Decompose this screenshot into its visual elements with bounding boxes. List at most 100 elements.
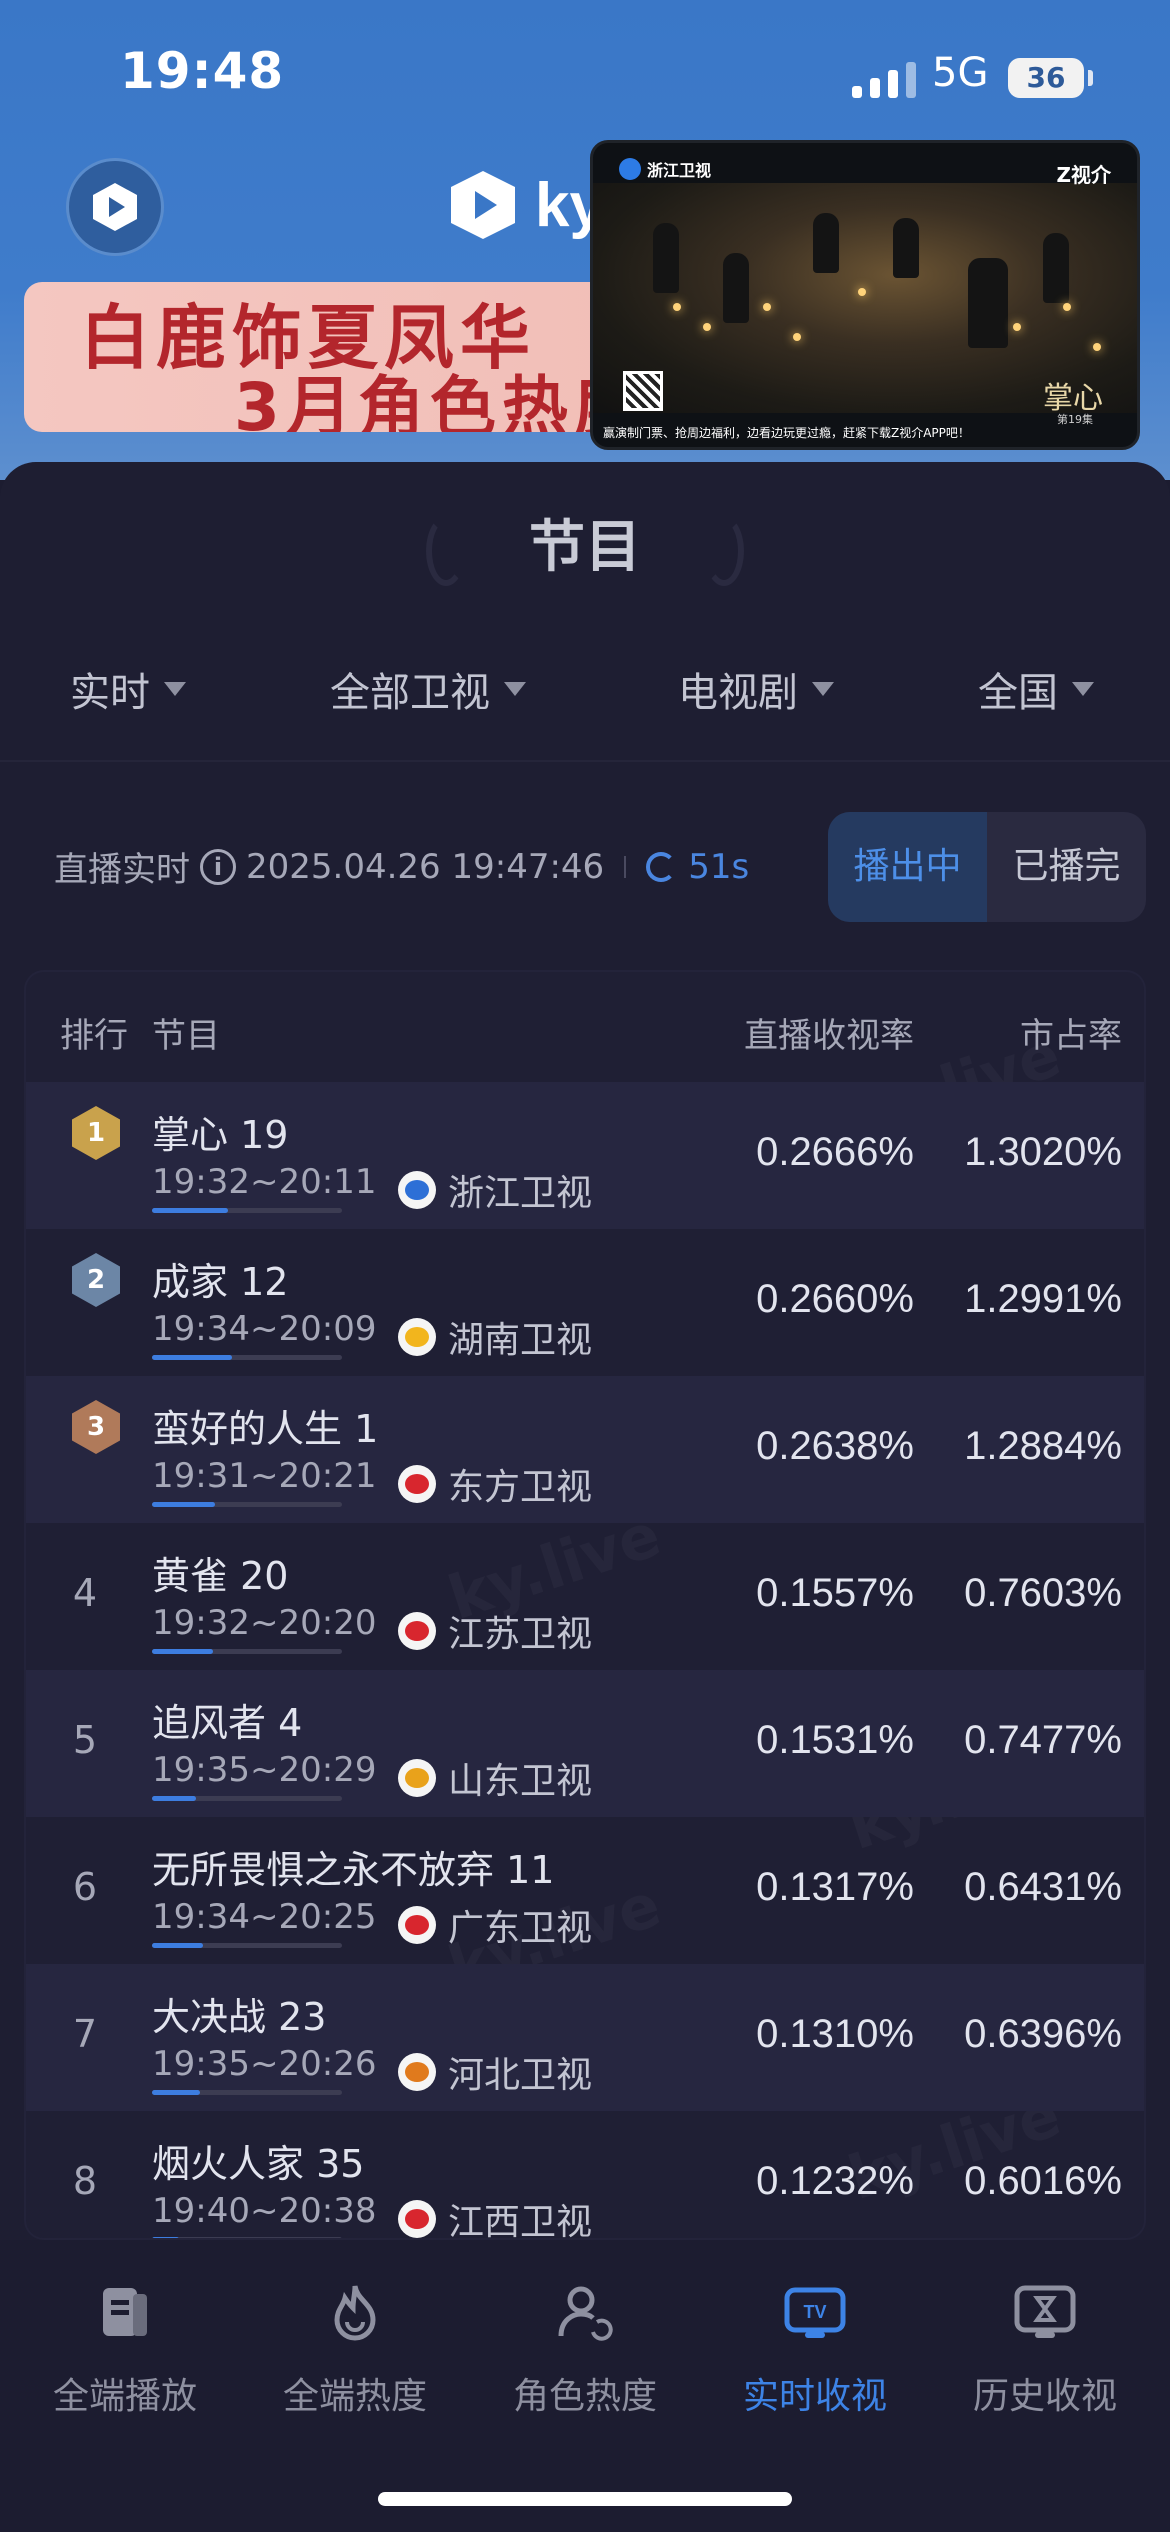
channel-logo-icon: [398, 2200, 436, 2238]
section-title: 节目: [529, 515, 641, 580]
rank-medal-icon: 3: [72, 1400, 120, 1454]
rank-number: 8: [72, 2159, 98, 2203]
market-share: 0.6431%: [964, 1865, 1122, 1909]
ratings-table: ky.live ky.live ky.live ky.live ky.live …: [24, 970, 1146, 2240]
table-row[interactable]: 3 蛮好的人生 1 19:31~20:21 东方卫视 0.2638% 1.2884%: [26, 1376, 1144, 1523]
channel: 江西卫视: [398, 2193, 593, 2240]
rank-number: 7: [72, 2012, 98, 2056]
toggle-airing[interactable]: 播出中: [828, 812, 987, 922]
table-header: 排行 节目 直播收视率 市占率: [26, 972, 1144, 1082]
video-pip[interactable]: 浙江卫视 Z视介 掌心 第19集 赢演制门票、抢周边福利，边看边玩更过瘾，赶紧下…: [590, 140, 1140, 450]
market-share: 0.6396%: [964, 2012, 1122, 2056]
play-logo-icon: [93, 183, 137, 231]
hourglass-tv-icon: [1014, 2285, 1076, 2338]
banner-line-2: 3月角色热度: [234, 369, 646, 432]
channel-name: 东方卫视: [448, 1467, 593, 1508]
info-icon[interactable]: i: [200, 848, 236, 885]
channel-logo-icon: [398, 1465, 436, 1503]
live-rating: 0.2660%: [756, 1277, 914, 1321]
progress-bar: [152, 2090, 342, 2095]
filter-region[interactable]: 全国: [978, 660, 1094, 718]
bottom-nav: 全端播放 全端热度 角色热度 TV 实时收视 历史收视: [0, 2240, 1170, 2532]
channel-name: 江苏卫视: [448, 1614, 593, 1655]
divider: [0, 760, 1170, 762]
rank-medal-icon: 2: [72, 1253, 120, 1307]
channel-name: 江西卫视: [448, 2202, 593, 2240]
live-rating: 0.1232%: [756, 2159, 914, 2203]
table-row[interactable]: 2 成家 12 19:34~20:09 湖南卫视 0.2660% 1.2991%: [26, 1229, 1144, 1376]
header-rating[interactable]: 直播收视率: [744, 1008, 914, 1057]
market-share: 0.6016%: [964, 2159, 1122, 2203]
filter-time[interactable]: 实时: [70, 660, 186, 718]
channel: 广东卫视: [398, 1899, 592, 1951]
channel: 河北卫视: [398, 2046, 592, 2098]
header-rank: 排行: [60, 1016, 128, 1056]
user-refresh-icon: [558, 2286, 613, 2341]
nav-realtime-ratings[interactable]: TV 实时收视: [700, 2280, 930, 2419]
nav-all-heat[interactable]: 全端热度: [240, 2280, 470, 2419]
program-time: 19:35~20:26: [152, 2044, 377, 2084]
market-share: 0.7477%: [964, 1718, 1122, 1762]
battery-tip: [1088, 70, 1093, 86]
rank-medal-icon: 1: [72, 1106, 120, 1160]
progress-bar: [152, 1355, 342, 1360]
flame-icon: [334, 2285, 376, 2341]
progress-bar: [152, 1649, 342, 1654]
table-row[interactable]: 5 追风者 4 19:35~20:29 山东卫视 0.1531% 0.7477%: [26, 1670, 1144, 1817]
app-logo: ky: [445, 160, 604, 250]
channel-logo-icon: [398, 1171, 436, 1209]
program-name: 黄雀 20: [152, 1554, 289, 1598]
market-share: 1.3020%: [964, 1130, 1122, 1174]
channel: 山东卫视: [398, 1752, 592, 1804]
program-name: 大决战 23: [152, 1995, 327, 2039]
battery-icon: 36: [1008, 58, 1084, 98]
table-row[interactable]: 6 无所畏惧之永不放弃 11 19:34~20:25 广东卫视 0.1317% 0.643…: [26, 1817, 1144, 1964]
channel-logo-icon: [398, 1759, 436, 1797]
program-name: 追风者 4: [152, 1701, 303, 1745]
nav-all-play[interactable]: 全端播放: [10, 2280, 240, 2419]
program-time: 19:34~20:25: [152, 1897, 377, 1937]
svg-text:TV: TV: [803, 2302, 826, 2322]
refresh-countdown: 51s: [688, 846, 750, 887]
toggle-finished[interactable]: 已播完: [987, 812, 1146, 922]
program-time: 19:40~20:38: [152, 2191, 377, 2231]
market-share: 1.2991%: [964, 1277, 1122, 1321]
rank-number: 6: [72, 1865, 98, 1909]
rank-number: 4: [72, 1571, 98, 1615]
live-rating: 0.1531%: [756, 1718, 914, 1762]
header-program: 节目: [152, 1016, 220, 1056]
dropdown-arrow-icon: [812, 682, 834, 696]
signal-icon: [852, 62, 916, 98]
progress-bar: [152, 1502, 342, 1507]
status-time: 19:48: [120, 42, 285, 100]
program-name: 无所畏惧之永不放弃 11: [152, 1848, 555, 1892]
table-row[interactable]: 8 烟火人家 35 19:40~20:38 江西卫视 0.1232% 0.6016%: [26, 2111, 1144, 2240]
dropdown-arrow-icon: [504, 682, 526, 696]
live-info-row: 直播实时 i 2025.04.26 19:47:46 51s: [54, 842, 749, 891]
nav-role-heat[interactable]: 角色热度: [470, 2280, 700, 2419]
live-datetime: 2025.04.26 19:47:46: [246, 846, 605, 887]
filter-channel[interactable]: 全部卫视: [330, 660, 526, 718]
header-share[interactable]: 市占率: [1020, 1008, 1122, 1057]
live-rating: 0.2666%: [756, 1130, 914, 1174]
table-row[interactable]: 1 掌心 19 19:32~20:11 浙江卫视 0.2666% 1.3020%: [26, 1082, 1144, 1229]
filter-genre[interactable]: 电视剧: [678, 660, 834, 718]
table-row[interactable]: 7 大决战 23 19:35~20:26 河北卫视 0.1310% 0.6396%: [26, 1964, 1144, 2111]
live-label: 直播实时: [54, 850, 190, 890]
channel-name: 山东卫视: [448, 1761, 593, 1802]
nav-history-ratings[interactable]: 历史收视: [930, 2280, 1160, 2419]
program-time: 19:32~20:20: [152, 1603, 377, 1643]
progress-bar: [152, 1796, 342, 1801]
home-indicator[interactable]: [378, 2492, 792, 2506]
program-time: 19:32~20:11: [152, 1162, 377, 1202]
app-switch-button[interactable]: [66, 158, 164, 256]
book-icon: [103, 2288, 147, 2336]
pip-brand: Z视介: [1056, 163, 1111, 187]
airing-toggle: 播出中 已播完: [828, 812, 1146, 922]
live-rating: 0.1557%: [756, 1571, 914, 1615]
table-row[interactable]: 4 黄雀 20 19:32~20:20 江苏卫视 0.1557% 0.7603%: [26, 1523, 1144, 1670]
market-share: 0.7603%: [964, 1571, 1122, 1615]
separator: [624, 855, 627, 878]
channel-name: 浙江卫视: [448, 1173, 593, 1214]
pip-episode: 第19集: [1057, 413, 1093, 426]
